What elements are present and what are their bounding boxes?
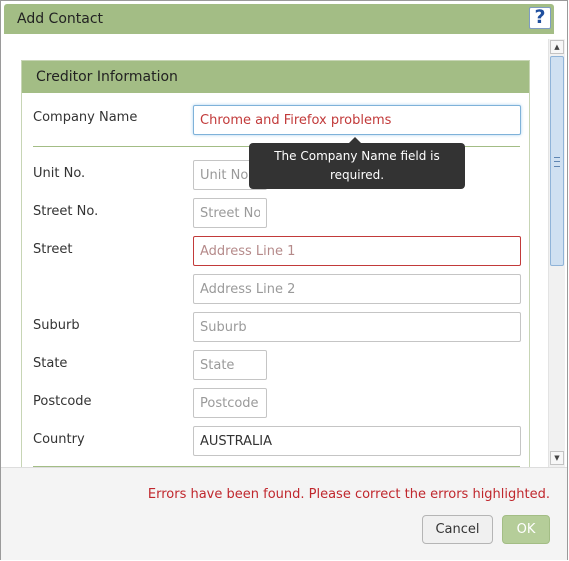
error-message: Errors have been found. Please correct t… xyxy=(147,487,550,502)
section-title: Creditor Information xyxy=(36,69,178,85)
dialog-footer: Errors have been found. Please correct t… xyxy=(1,467,567,560)
postcode-input[interactable] xyxy=(193,388,267,418)
address-line-1-input[interactable] xyxy=(193,236,521,266)
scroll-thumb[interactable] xyxy=(550,56,564,266)
state-label: State xyxy=(33,356,68,371)
street-no-label: Street No. xyxy=(33,204,99,219)
street-label: Street xyxy=(33,242,73,257)
country-label: Country xyxy=(33,432,85,447)
state-input[interactable] xyxy=(193,350,267,380)
dialog-titlebar: Add Contact ? xyxy=(4,4,554,34)
address-line-2-input[interactable] xyxy=(193,274,521,304)
help-icon: ? xyxy=(534,6,546,28)
scroll-up-icon[interactable]: ▲ xyxy=(550,40,564,54)
section-header: Creditor Information xyxy=(22,61,529,93)
cancel-button[interactable]: Cancel xyxy=(422,515,493,544)
postcode-label: Postcode xyxy=(33,394,92,409)
suburb-label: Suburb xyxy=(33,318,80,333)
scroll-grip-icon xyxy=(554,157,560,167)
unit-no-label: Unit No. xyxy=(33,166,86,181)
scroll-down-icon[interactable]: ▼ xyxy=(550,451,564,465)
content-scrollbar[interactable]: ▲ ▼ xyxy=(548,39,565,467)
company-name-input[interactable] xyxy=(193,105,521,135)
help-button[interactable]: ? xyxy=(529,6,551,29)
street-no-input[interactable] xyxy=(193,198,267,228)
dialog-title: Add Contact xyxy=(17,11,104,27)
tooltip-text: The Company Name field is required. xyxy=(274,149,440,182)
country-input[interactable] xyxy=(193,426,521,456)
suburb-input[interactable] xyxy=(193,312,521,342)
tooltip-arrow-icon xyxy=(349,137,361,143)
dialog-content: Creditor Information Company Name Unit N… xyxy=(5,37,546,467)
company-name-label: Company Name xyxy=(33,110,138,125)
add-contact-dialog: Add Contact ? Creditor Information Compa… xyxy=(0,0,568,560)
validation-tooltip: The Company Name field is required. xyxy=(249,137,465,189)
ok-button[interactable]: OK xyxy=(502,515,550,544)
